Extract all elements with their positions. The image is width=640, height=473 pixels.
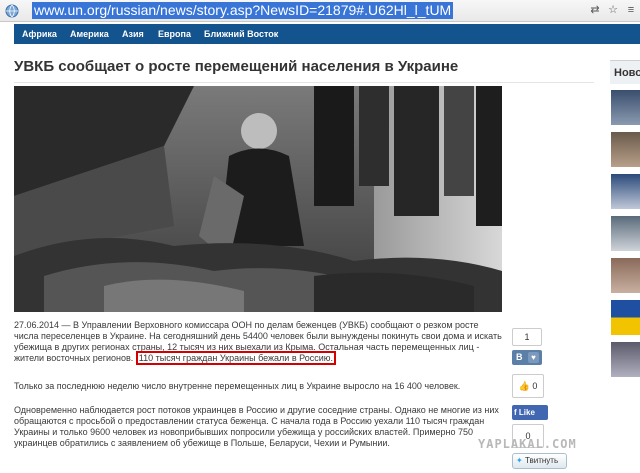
globe-icon [5, 4, 19, 18]
article-photo [14, 86, 502, 312]
toolbar-icons: ⇄ ☆ ≡ [588, 3, 638, 18]
nav-item-america[interactable]: Америка [70, 24, 109, 44]
region-nav: Африка Америка Азия Европа Ближний Восто… [14, 24, 640, 44]
fb-count: 0 [532, 381, 538, 391]
nav-item-asia[interactable]: Азия [122, 24, 144, 44]
address-bar: www.un.org/russian/news/story.asp?NewsID… [0, 0, 640, 22]
highlighted-text: 110 тысяч граждан Украины бежали в Росси… [135, 351, 337, 365]
news-thumbnail[interactable] [611, 90, 640, 125]
facebook-icon: f [514, 408, 517, 417]
nav-item-africa[interactable]: Африка [22, 24, 57, 44]
divider [14, 82, 594, 83]
article-paragraph-1: 27.06.2014 — В Управлении Верховного ком… [14, 320, 504, 365]
translate-icon[interactable]: ⇄ [588, 3, 602, 18]
share-count-top: 1 [512, 328, 542, 346]
star-icon[interactable]: ☆ [606, 3, 620, 18]
news-thumbnail[interactable] [611, 174, 640, 209]
watermark: YAPLAKAL.COM [478, 437, 577, 451]
menu-icon[interactable]: ≡ [624, 3, 638, 18]
news-thumbnail[interactable] [611, 258, 640, 293]
nav-item-middle-east[interactable]: Ближний Восток [204, 24, 278, 44]
vk-share-button[interactable]: В ♥ [512, 350, 542, 365]
article-paragraph-2: Только за последнюю неделю число внутрен… [14, 381, 461, 391]
news-thumbnail[interactable] [611, 300, 640, 335]
tweet-button[interactable]: ✦ Твитнуть [512, 453, 567, 469]
heart-icon: ♥ [528, 352, 539, 363]
vk-icon: В [516, 352, 523, 362]
sidebar-heading: Ново [610, 60, 640, 84]
url-field[interactable]: www.un.org/russian/news/story.asp?NewsID… [32, 2, 454, 19]
tweet-label: Твитнуть [524, 456, 559, 465]
fb-like-button[interactable]: f Like [512, 405, 548, 420]
article-paragraph-3: Одновременно наблюдается рост потоков ук… [14, 405, 499, 448]
fb-like-label: Like [518, 408, 535, 417]
thumbs-up-icon: 👍 [518, 381, 530, 391]
news-thumbnail[interactable] [611, 132, 640, 167]
fb-like-count: 👍 0 [512, 374, 544, 398]
news-thumbnail[interactable] [611, 342, 640, 377]
nav-item-europe[interactable]: Европа [158, 24, 191, 44]
news-thumbnail[interactable] [611, 216, 640, 251]
article-title: УВКБ сообщает о росте перемещений населе… [14, 58, 459, 75]
twitter-icon: ✦ [516, 456, 523, 465]
